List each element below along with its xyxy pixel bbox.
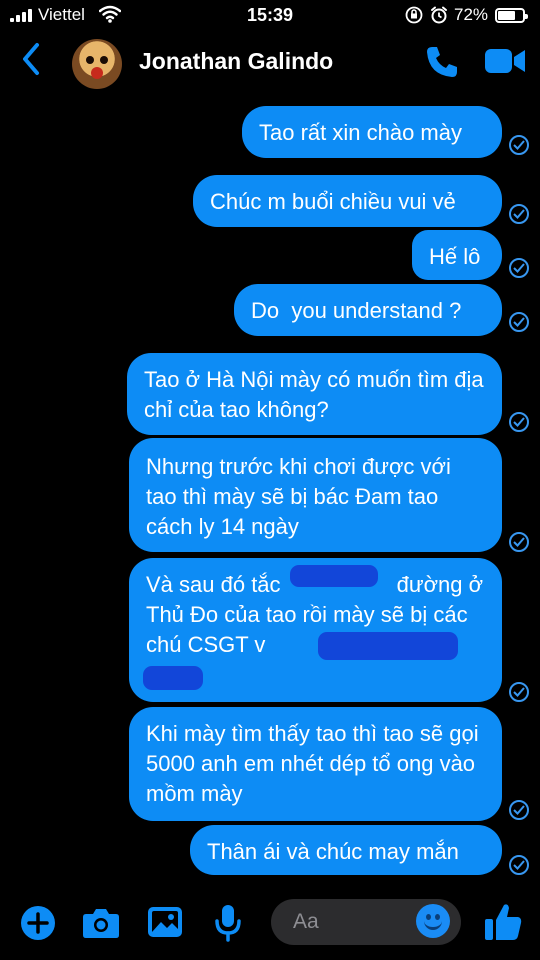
message-bubble[interactable]: Khi mày tìm thấy tao thì tao sẽ gọi 5000… (129, 707, 502, 821)
microphone-icon[interactable] (214, 904, 242, 947)
camera-icon[interactable] (82, 907, 120, 944)
message-bubble[interactable]: Chúc m buổi chiều vui vẻ (193, 175, 502, 227)
message-input-placeholder: Aa (293, 910, 319, 933)
seen-check-icon (509, 532, 529, 552)
message-bubble[interactable]: Hế lô (412, 230, 502, 280)
seen-check-icon (509, 412, 529, 432)
battery-level (498, 11, 515, 20)
seen-check-icon (509, 682, 529, 702)
video-call-icon[interactable] (484, 46, 526, 81)
message-bubble[interactable]: Thân ái và chúc may mắn (190, 825, 502, 875)
seen-check-icon (509, 135, 529, 155)
redaction-mark (143, 666, 203, 690)
avatar-eye (86, 56, 94, 64)
orientation-lock-icon (405, 6, 423, 29)
plus-icon[interactable] (20, 905, 56, 946)
seen-check-icon (509, 258, 529, 278)
seen-check-icon (509, 312, 529, 332)
redaction-mark (318, 632, 458, 660)
redaction-mark (290, 565, 378, 587)
seen-check-icon (509, 800, 529, 820)
phone-call-icon[interactable] (424, 44, 460, 85)
contact-name[interactable]: Jonathan Galindo (139, 48, 333, 75)
chat-header: Jonathan Galindo (0, 32, 540, 94)
status-bar: Viettel 15:39 72% (0, 0, 540, 32)
alarm-icon (430, 6, 448, 29)
thumbs-up-icon[interactable] (484, 902, 522, 947)
battery-percent: 72% (454, 5, 489, 24)
avatar-eye (100, 56, 108, 64)
message-bubble[interactable]: Nhưng trước khi chơi được với tao thì mà… (129, 438, 502, 552)
image-icon[interactable] (147, 906, 183, 943)
emoji-icon[interactable] (416, 904, 450, 938)
message-bubble[interactable]: Tao ở Hà Nội mày có muốn tìm địa chỉ của… (127, 353, 502, 435)
avatar-nose (91, 67, 103, 79)
battery-icon (495, 8, 528, 23)
avatar[interactable] (72, 39, 122, 89)
message-bubble[interactable]: Tao rất xin chào mày (242, 106, 502, 158)
battery-nub (525, 14, 528, 19)
message-list: Tao rất xin chào mày Chúc m buổi chiều v… (0, 100, 540, 890)
emoji-eye (426, 914, 431, 920)
emoji-eye (435, 914, 440, 920)
back-chevron-icon[interactable] (20, 42, 42, 81)
seen-check-icon (509, 855, 529, 875)
emoji-smile (424, 921, 442, 930)
message-composer: Aa (0, 890, 540, 960)
seen-check-icon (509, 204, 529, 224)
message-bubble[interactable]: Do you understand ? (234, 284, 502, 336)
